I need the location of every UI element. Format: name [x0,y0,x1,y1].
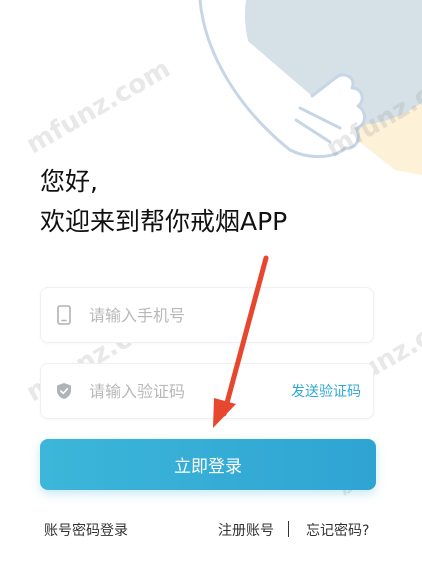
greeting-line-1: 您好, [40,167,98,196]
footer-links: 账号密码登录 注册账号 忘记密码? [0,520,422,542]
greeting: 您好, 欢迎来到帮你戒烟APP [40,162,287,242]
greeting-line-2: 欢迎来到帮你戒烟APP [40,207,288,236]
phone-icon [55,305,73,325]
password-login-link[interactable]: 账号密码登录 [44,520,128,540]
shield-icon [55,381,73,401]
forgot-password-link[interactable]: 忘记密码? [306,520,369,540]
phone-input[interactable] [87,304,373,326]
login-button[interactable]: 立即登录 [40,439,376,490]
verification-code-input[interactable] [87,380,291,402]
phone-field[interactable] [40,287,374,343]
verification-code-field[interactable]: 发送验证码 [40,363,374,419]
link-divider [288,521,289,537]
send-code-button[interactable]: 发送验证码 [291,381,361,401]
register-link[interactable]: 注册账号 [218,520,274,540]
